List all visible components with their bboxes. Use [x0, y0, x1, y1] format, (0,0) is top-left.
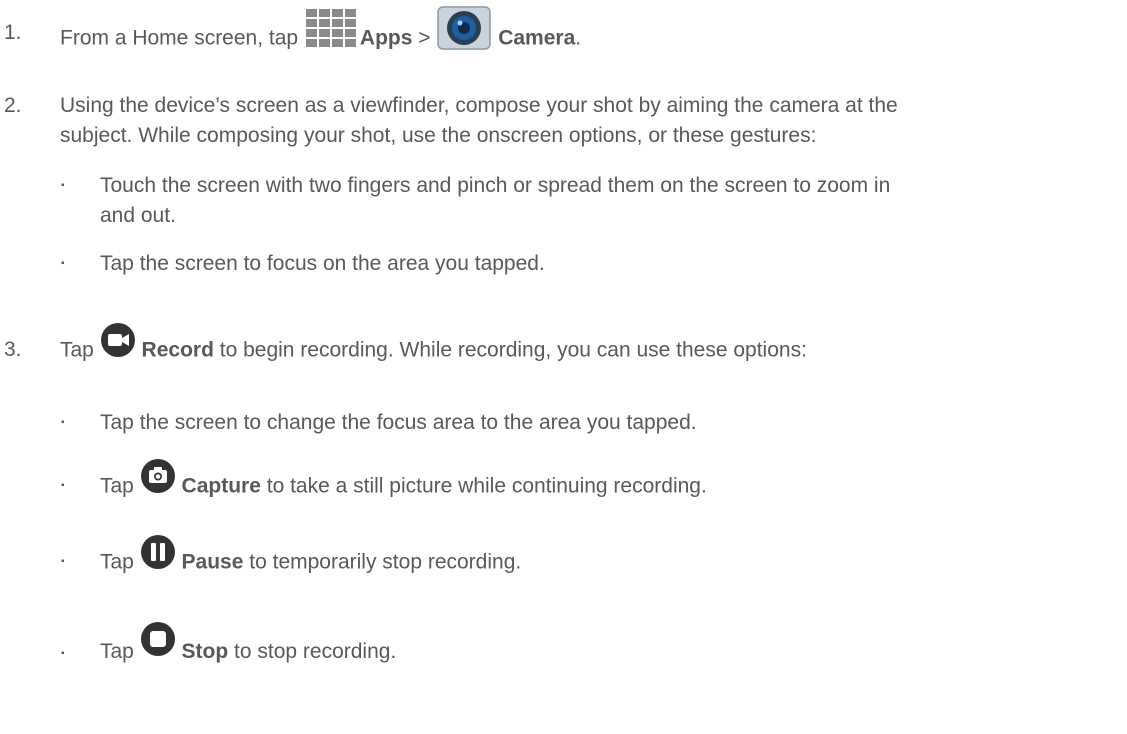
step-3: 3. Tap Record to begin recording. While … [0, 323, 1127, 370]
bullet-text: Tap Stop to stop recording. [100, 622, 397, 666]
apps-label: Apps [359, 26, 413, 50]
bullet-text-pre: Tap [100, 640, 140, 663]
step-text-post: to begin recording. While recording, you… [213, 338, 807, 362]
step-text-line: Using the device’s screen as a viewfinde… [60, 94, 898, 117]
bullet-marker: ▪ [61, 180, 65, 191]
bullet-text-pre: Tap [100, 550, 140, 574]
step-text-pre: Tap [60, 338, 100, 362]
bullet-marker: ▪ [61, 480, 65, 491]
bullet-marker: ▪ [61, 258, 65, 269]
step-text-pre: From a Home screen, tap [60, 26, 304, 50]
step-text: From a Home screen, tap Apps > Camera. [60, 6, 582, 59]
bullet-text-pre: Tap [100, 474, 140, 498]
pause-icon [140, 534, 176, 578]
step-sep: > [412, 26, 437, 50]
bullet-marker: ▪ [61, 417, 65, 428]
step-text-line: subject. While composing your shot, use … [60, 124, 817, 147]
record-video-icon [100, 322, 136, 366]
bullet-marker: ▪ [61, 648, 65, 659]
stop-label: Stop [181, 640, 229, 663]
camera-label: Camera [498, 26, 576, 50]
bullet-text-line: Touch the screen with two fingers and pi… [100, 174, 891, 197]
bullet-text-line: and out. [100, 204, 176, 227]
stop-icon [140, 621, 176, 665]
bullet-text-line: Tap the screen to change the focus area … [100, 411, 697, 434]
bullet-text-post: to take a still picture while continuing… [260, 474, 707, 498]
bullet-text: Tap Capture to take a still picture whil… [100, 459, 707, 502]
step-number: 3. [4, 338, 22, 361]
step-3-bullet-3: ▪ Tap Pause to temporarily stop recordin… [0, 535, 1127, 582]
bullet-text-post: to temporarily stop recording. [243, 550, 522, 574]
bullet-text-post: to stop recording. [228, 640, 397, 663]
bullet-text-line: Tap the screen to focus on the area you … [100, 252, 545, 275]
bullet-text: Tap Pause to temporarily stop recording. [100, 535, 522, 578]
step-1: 1. From a Home screen, tap Apps > Camera… [0, 6, 1127, 51]
step-text-post: . [575, 26, 582, 50]
capture-label: Capture [181, 474, 261, 498]
record-label: Record [141, 338, 214, 362]
step-text: Tap Record to begin recording. While rec… [60, 323, 807, 366]
camera-app-icon [436, 3, 492, 59]
step-number: 1. [4, 21, 22, 44]
step-3-bullet-4: ▪ Tap Stop to stop recording. [0, 620, 1127, 663]
apps-grid-icon [304, 7, 360, 57]
step-number: 2. [4, 94, 22, 117]
capture-camera-icon [140, 458, 176, 502]
bullet-marker: ▪ [61, 556, 65, 567]
step-3-bullet-2: ▪ Tap Capture to take a still picture wh… [0, 459, 1127, 506]
pause-label: Pause [181, 550, 244, 574]
